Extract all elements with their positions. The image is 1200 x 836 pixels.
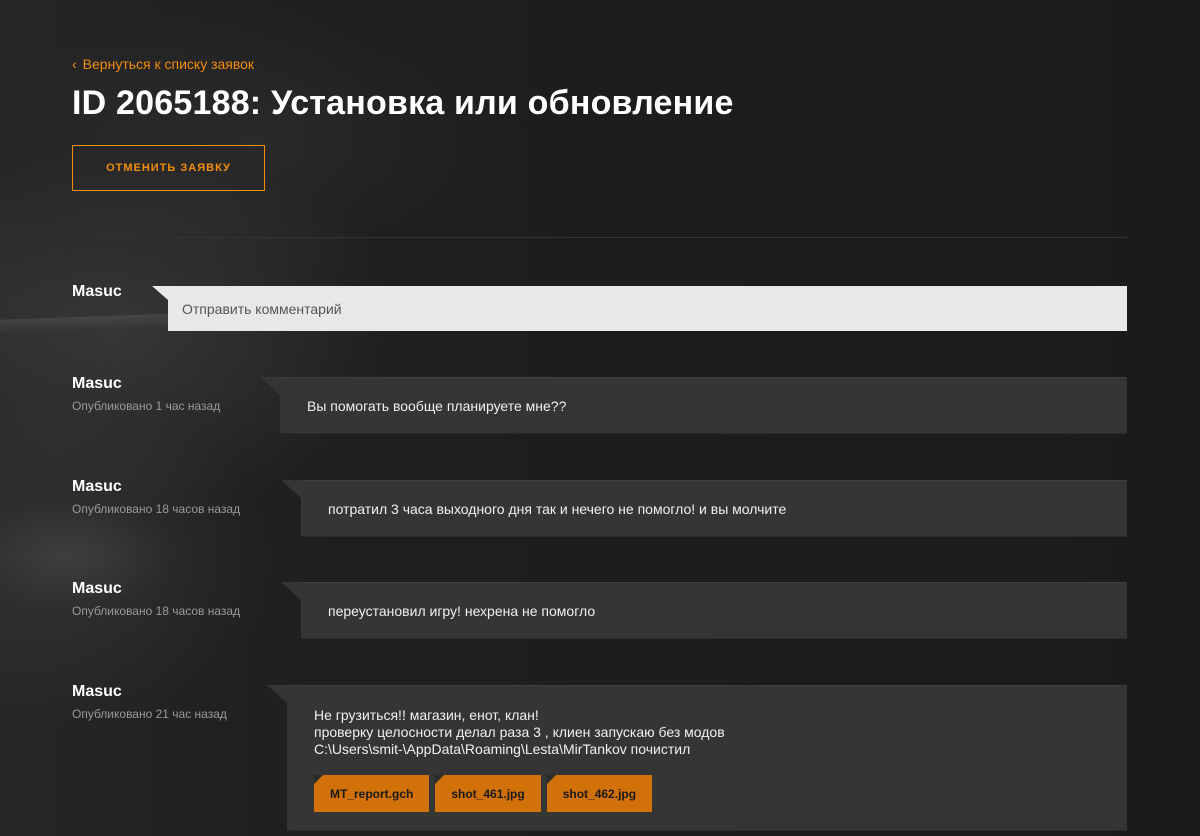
comment-text-line: проверку целосности делал раза 3 , клиен…: [314, 724, 725, 740]
attachment-file[interactable]: shot_462.jpg: [546, 775, 653, 812]
comment-text-line: Не грузиться!! магазин, енот, клан!: [314, 707, 539, 723]
divider: [72, 237, 1127, 238]
composer-author: Masuc: [72, 283, 122, 300]
comment-author: Masuc: [72, 478, 122, 495]
comment-bubble: переустановил игру! нехрена не помогло: [301, 582, 1127, 639]
comment-timestamp: Опубликовано 21 час назад: [72, 707, 227, 721]
chevron-left-icon: ‹: [72, 56, 77, 72]
comment-bubble: Не грузиться!! магазин, енот, клан! пров…: [287, 685, 1127, 831]
file-corner-icon: [546, 775, 556, 784]
file-corner-icon: [435, 775, 445, 784]
comment-timestamp: Опубликовано 18 часов назад: [72, 604, 241, 618]
attachment-file[interactable]: MT_report.gch: [314, 775, 430, 812]
comment-bubble: Вы помогать вообще планируете мне??: [280, 377, 1127, 434]
attachment-name: shot_462.jpg: [562, 786, 637, 801]
comment-author: Masuc: [72, 375, 122, 392]
back-link-label: Вернуться к списку заявок: [82, 56, 255, 72]
attachment-name: MT_report.gch: [330, 786, 414, 801]
composer-pointer: [152, 286, 168, 300]
back-to-list-link[interactable]: ‹ Вернуться к списку заявок: [72, 56, 254, 72]
comment-pointer: [281, 582, 301, 600]
comment-pointer: [267, 685, 287, 703]
comment-bubble: потратил 3 часа выходного дня так и нече…: [301, 480, 1127, 537]
comment-text: переустановил игру! нехрена не помогло: [328, 603, 596, 619]
attachment-file[interactable]: shot_461.jpg: [435, 775, 541, 812]
file-corner-icon: [314, 775, 323, 784]
comment-text-line: C:\Users\smit-\AppData\Roaming\Lesta\Mir…: [314, 741, 691, 757]
comment-author: Masuc: [72, 580, 122, 597]
comment-text: Вы помогать вообще планируете мне??: [307, 398, 567, 414]
ticket-page: ‹ Вернуться к списку заявок ID 2065188: …: [72, 0, 1127, 836]
comment-input[interactable]: [168, 286, 1127, 331]
comment-timestamp: Опубликовано 18 часов назад: [72, 502, 241, 516]
comment-timestamp: Опубликовано 1 час назад: [72, 399, 221, 413]
cancel-ticket-button[interactable]: Отменить заявку: [72, 145, 265, 191]
attachment-list: MT_report.gch shot_461.jpg shot_462.jpg: [314, 775, 653, 812]
page-title: ID 2065188: Установка или обновление: [72, 84, 734, 122]
comment-pointer: [281, 480, 301, 498]
comment-text: потратил 3 часа выходного дня так и нече…: [328, 501, 787, 517]
comment-pointer: [260, 377, 280, 395]
attachment-name: shot_461.jpg: [451, 786, 525, 801]
comment-author: Masuc: [72, 683, 122, 700]
